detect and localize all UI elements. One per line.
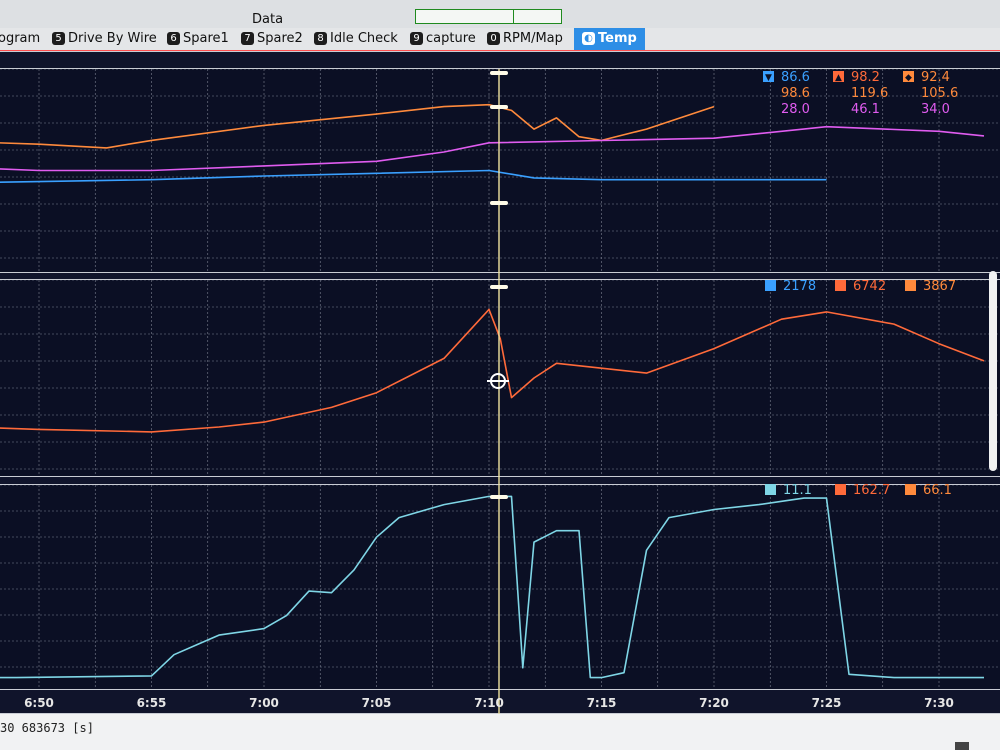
legend-marker-icon: ▼ bbox=[765, 73, 772, 83]
legend-swatch-icon bbox=[835, 280, 846, 291]
cursor-marker bbox=[490, 495, 508, 499]
x-tick-label: 7:00 bbox=[249, 696, 279, 710]
tab-label: Spare1 bbox=[183, 31, 229, 46]
series-layer bbox=[0, 103, 985, 679]
data-range-box-right[interactable] bbox=[513, 9, 562, 24]
tab-drive-by-wire[interactable]: 5 Drive By Wire bbox=[52, 28, 157, 50]
x-tick-label: 7:30 bbox=[924, 696, 954, 710]
tab-label: Spare2 bbox=[257, 31, 303, 46]
tab-number-icon: 9 bbox=[410, 32, 423, 45]
cursor-marker bbox=[490, 201, 508, 205]
legend-swatch-icon bbox=[905, 484, 916, 495]
legend-value: 11.1 bbox=[783, 483, 812, 498]
tab-label: Temp bbox=[598, 31, 637, 46]
legend-item: 119.6 bbox=[851, 86, 888, 101]
legend-item: 28.0 bbox=[781, 102, 810, 117]
legend-value: 46.1 bbox=[851, 102, 880, 117]
tab-idle-check[interactable]: 8 Idle Check bbox=[314, 28, 398, 50]
x-axis-ticks: 6:50 6:55 7:00 7:05 7:10 7:15 7:20 7:25 7:30 bbox=[24, 696, 954, 710]
tab-number-icon: 7 bbox=[241, 32, 254, 45]
data-range-box-left[interactable] bbox=[415, 9, 514, 24]
tab-number-icon: ◐ bbox=[582, 32, 595, 45]
legend-value: 3867 bbox=[923, 279, 956, 294]
tab-spare1[interactable]: 6 Spare1 bbox=[167, 28, 229, 50]
legend-item: ▲ 98.2 bbox=[833, 70, 880, 85]
x-tick-label: 7:05 bbox=[362, 696, 392, 710]
legend-marker-icon: ◆ bbox=[905, 73, 912, 83]
chart-canvas[interactable]: ▼ 86.6 ▲ 98.2 ◆ 92.4 98.6 119.6 105.6 28.0 46.1 34.… bbox=[0, 51, 1000, 714]
legend-swatch-icon bbox=[905, 280, 916, 291]
legend-value: 86.6 bbox=[781, 70, 810, 85]
time-cursor[interactable] bbox=[487, 69, 509, 714]
legend-value: 6742 bbox=[853, 279, 886, 294]
legend-swatch-icon bbox=[765, 484, 776, 495]
legend-value: 119.6 bbox=[851, 86, 888, 101]
tab-number-icon: 0 bbox=[487, 32, 500, 45]
tab-label: RPM/Map bbox=[503, 31, 563, 46]
legend-value: 105.6 bbox=[921, 86, 958, 101]
tab-spare2[interactable]: 7 Spare2 bbox=[241, 28, 303, 50]
legend-item: 6742 bbox=[835, 279, 886, 294]
tab-label: Drive By Wire bbox=[68, 31, 157, 46]
vertical-scrollbar[interactable] bbox=[989, 271, 997, 471]
tab-label: Idle Check bbox=[330, 31, 398, 46]
panel-separator bbox=[0, 272, 1000, 280]
tab-bar: ogram 5 Drive By Wire 6 Spare1 7 Spare2 8 Id… bbox=[0, 28, 1000, 51]
tab-number-icon: 6 bbox=[167, 32, 180, 45]
legend-item: 105.6 bbox=[921, 86, 958, 101]
legend-value: 162.7 bbox=[853, 483, 890, 498]
legend-marker-icon: ▲ bbox=[835, 73, 842, 83]
x-tick-label: 6:55 bbox=[137, 696, 167, 710]
cursor-marker bbox=[490, 71, 508, 75]
tab-capture[interactable]: 9 capture bbox=[410, 28, 476, 50]
series-line-magenta bbox=[0, 125, 985, 172]
tab-temp[interactable]: ◐ Temp bbox=[574, 28, 645, 50]
grid bbox=[0, 68, 1000, 689]
x-tick-label: 7:15 bbox=[587, 696, 617, 710]
series-line-rpm bbox=[0, 308, 985, 433]
legend-swatch-icon bbox=[765, 280, 776, 291]
series-line-orange bbox=[0, 103, 715, 149]
legend-item: 98.6 bbox=[781, 86, 810, 101]
legend-item: ◆ 92.4 bbox=[903, 70, 950, 85]
status-time-readout: 30 683673 [s] bbox=[0, 721, 94, 735]
tab-label: capture bbox=[426, 31, 476, 46]
legend-swatch-icon bbox=[835, 484, 846, 495]
x-tick-label: 6:50 bbox=[24, 696, 54, 710]
legend-value: 98.6 bbox=[781, 86, 810, 101]
panel-dividers bbox=[0, 51, 1000, 714]
legend-layer: ▼ 86.6 ▲ 98.2 ◆ 92.4 98.6 119.6 105.6 28.0 46.1 34.… bbox=[763, 70, 958, 498]
legend-item: 162.7 bbox=[835, 483, 890, 498]
cursor-marker bbox=[490, 105, 508, 109]
tab-histogram[interactable]: ogram bbox=[0, 28, 40, 50]
cursor-marker bbox=[490, 285, 508, 289]
legend-value: 98.2 bbox=[851, 70, 880, 85]
legend-value: 34.0 bbox=[921, 102, 950, 117]
x-tick-label: 7:10 bbox=[474, 696, 504, 710]
tab-number-icon: 8 bbox=[314, 32, 327, 45]
data-label: Data bbox=[252, 12, 284, 27]
series-line-cyan bbox=[0, 495, 984, 679]
legend-value: 2178 bbox=[783, 279, 816, 294]
status-bar: 30 683673 [s] bbox=[0, 714, 1000, 750]
legend-value: 28.0 bbox=[781, 102, 810, 117]
legend-value: 66.1 bbox=[923, 483, 952, 498]
window-corner-icon bbox=[955, 742, 969, 750]
legend-item: ▼ 86.6 bbox=[763, 70, 810, 85]
tab-rpm-map[interactable]: 0 RPM/Map bbox=[487, 28, 563, 50]
legend-item: 11.1 bbox=[765, 483, 812, 498]
x-tick-label: 7:20 bbox=[699, 696, 729, 710]
legend-item: 46.1 bbox=[851, 102, 880, 117]
legend-item: 66.1 bbox=[905, 483, 952, 498]
tab-number-icon: 5 bbox=[52, 32, 65, 45]
top-bar: Data bbox=[0, 0, 1000, 28]
legend-item: 3867 bbox=[905, 279, 956, 294]
tab-label: ogram bbox=[0, 31, 41, 46]
x-tick-label: 7:25 bbox=[812, 696, 842, 710]
legend-item: 2178 bbox=[765, 279, 816, 294]
legend-value: 92.4 bbox=[921, 70, 950, 85]
panel-separator bbox=[0, 476, 1000, 485]
panel-separator bbox=[0, 51, 1000, 69]
legend-item: 34.0 bbox=[921, 102, 950, 117]
